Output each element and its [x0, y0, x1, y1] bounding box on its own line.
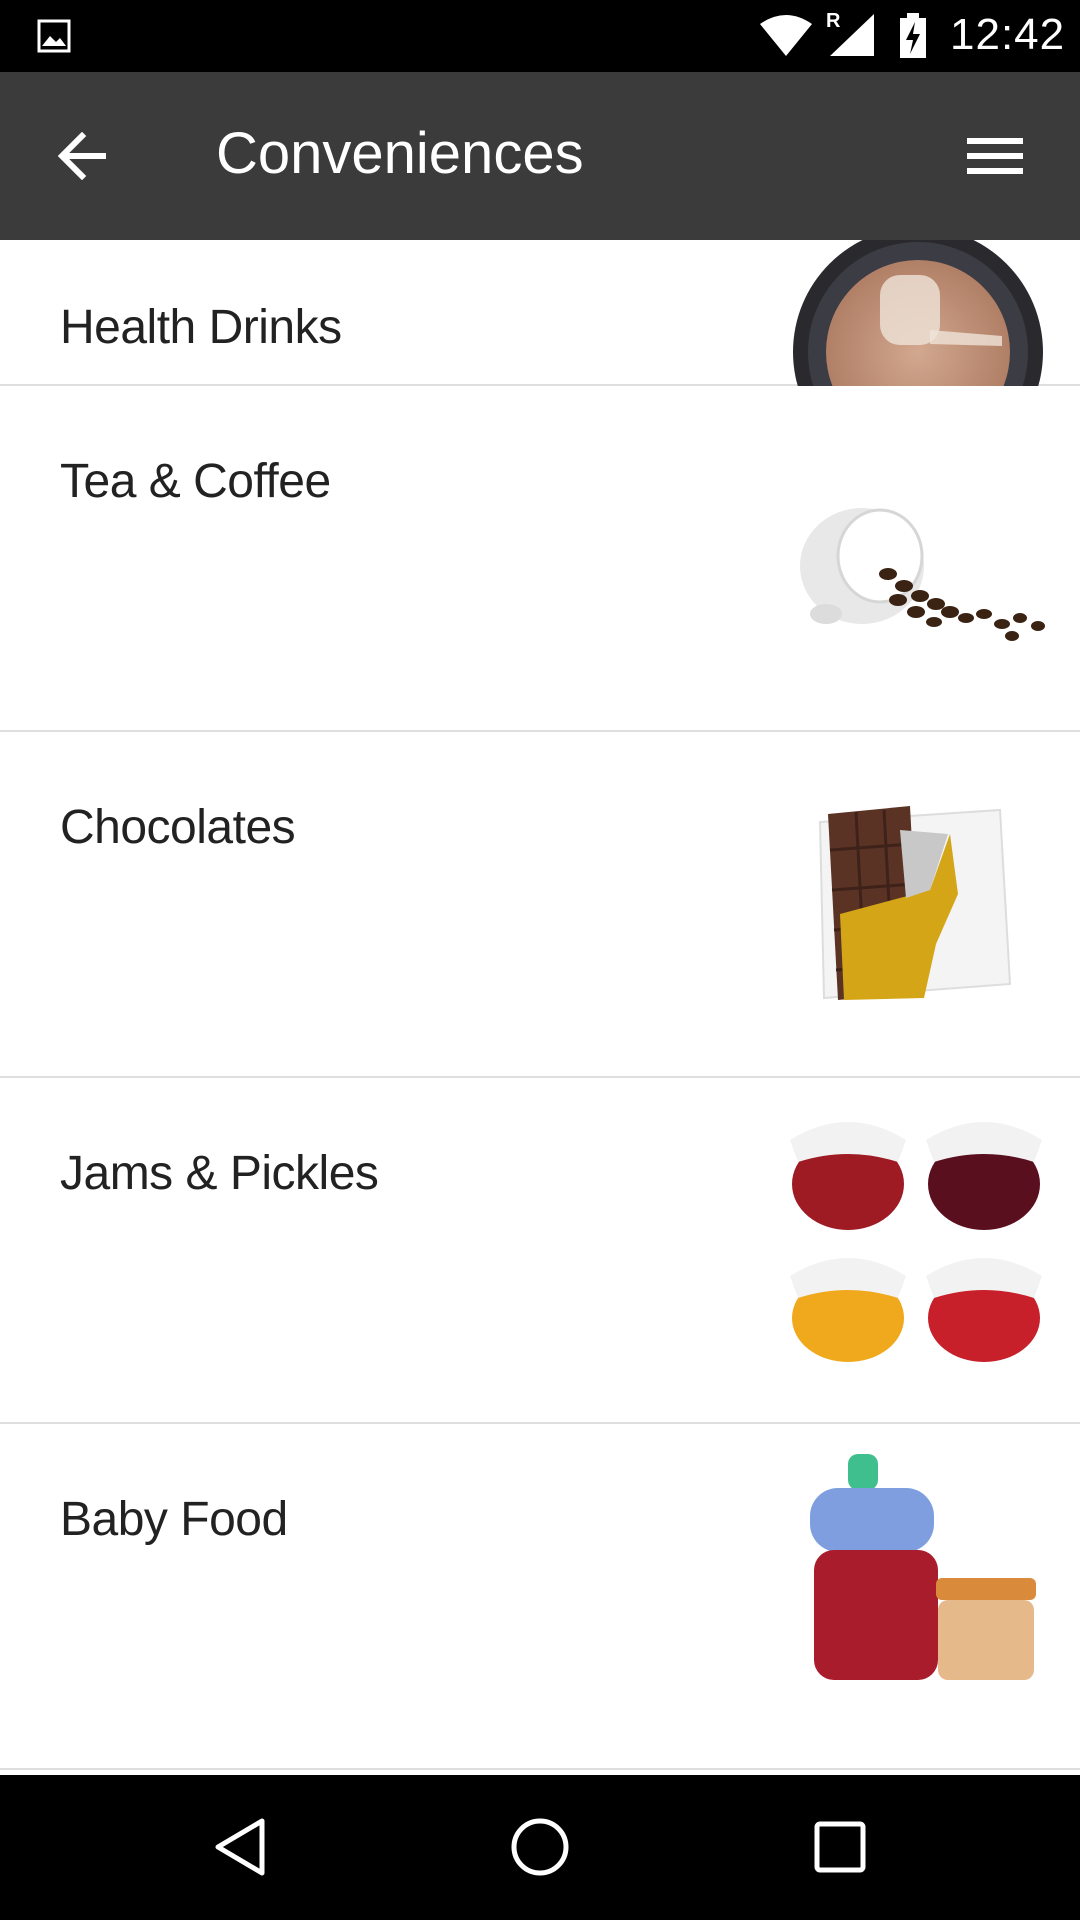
back-button[interactable] [40, 116, 128, 196]
menu-button[interactable] [950, 116, 1040, 196]
battery-charging-icon [900, 13, 926, 58]
category-list: Health Drinks Tea & Coffee Chocolates Ja… [0, 240, 1080, 1775]
coffee-cup-beans-image [800, 508, 1045, 641]
category-label: Chocolates [60, 801, 296, 854]
app-bar: Conveniences [0, 72, 1080, 240]
wifi-icon [760, 15, 812, 56]
home-circle-icon [511, 1818, 569, 1876]
status-clock: 12:42 [950, 10, 1066, 59]
category-label: Baby Food [60, 1493, 288, 1546]
nav-back-button[interactable] [180, 1805, 300, 1889]
hamburger-menu-icon [967, 138, 1023, 174]
system-nav-bar [0, 1775, 1080, 1920]
category-label: Health Drinks [60, 301, 342, 354]
arrow-left-icon [58, 132, 106, 180]
gallery-icon [37, 19, 71, 53]
chocolate-bar-image [818, 806, 1012, 1000]
back-triangle-icon [215, 1818, 265, 1876]
list-item-chocolates[interactable]: Chocolates [0, 732, 1080, 1078]
recents-square-icon [814, 1821, 866, 1873]
baby-food-bottle-image [810, 1454, 1036, 1680]
list-item-baby-food[interactable]: Baby Food [0, 1424, 1080, 1770]
category-label: Tea & Coffee [60, 455, 331, 508]
list-item-jams-pickles[interactable]: Jams & Pickles [0, 1078, 1080, 1424]
list-item-tea-coffee[interactable]: Tea & Coffee [0, 386, 1080, 732]
roaming-indicator: R [826, 10, 841, 32]
jam-jars-image [790, 1122, 1042, 1362]
category-label: Jams & Pickles [60, 1147, 379, 1200]
status-bar: R 12:42 [0, 0, 1080, 72]
list-item-health-drinks[interactable]: Health Drinks [0, 240, 1080, 477]
page-title: Conveniences [216, 121, 584, 186]
nav-recents-button[interactable] [780, 1805, 900, 1889]
nav-home-button[interactable] [480, 1805, 600, 1889]
